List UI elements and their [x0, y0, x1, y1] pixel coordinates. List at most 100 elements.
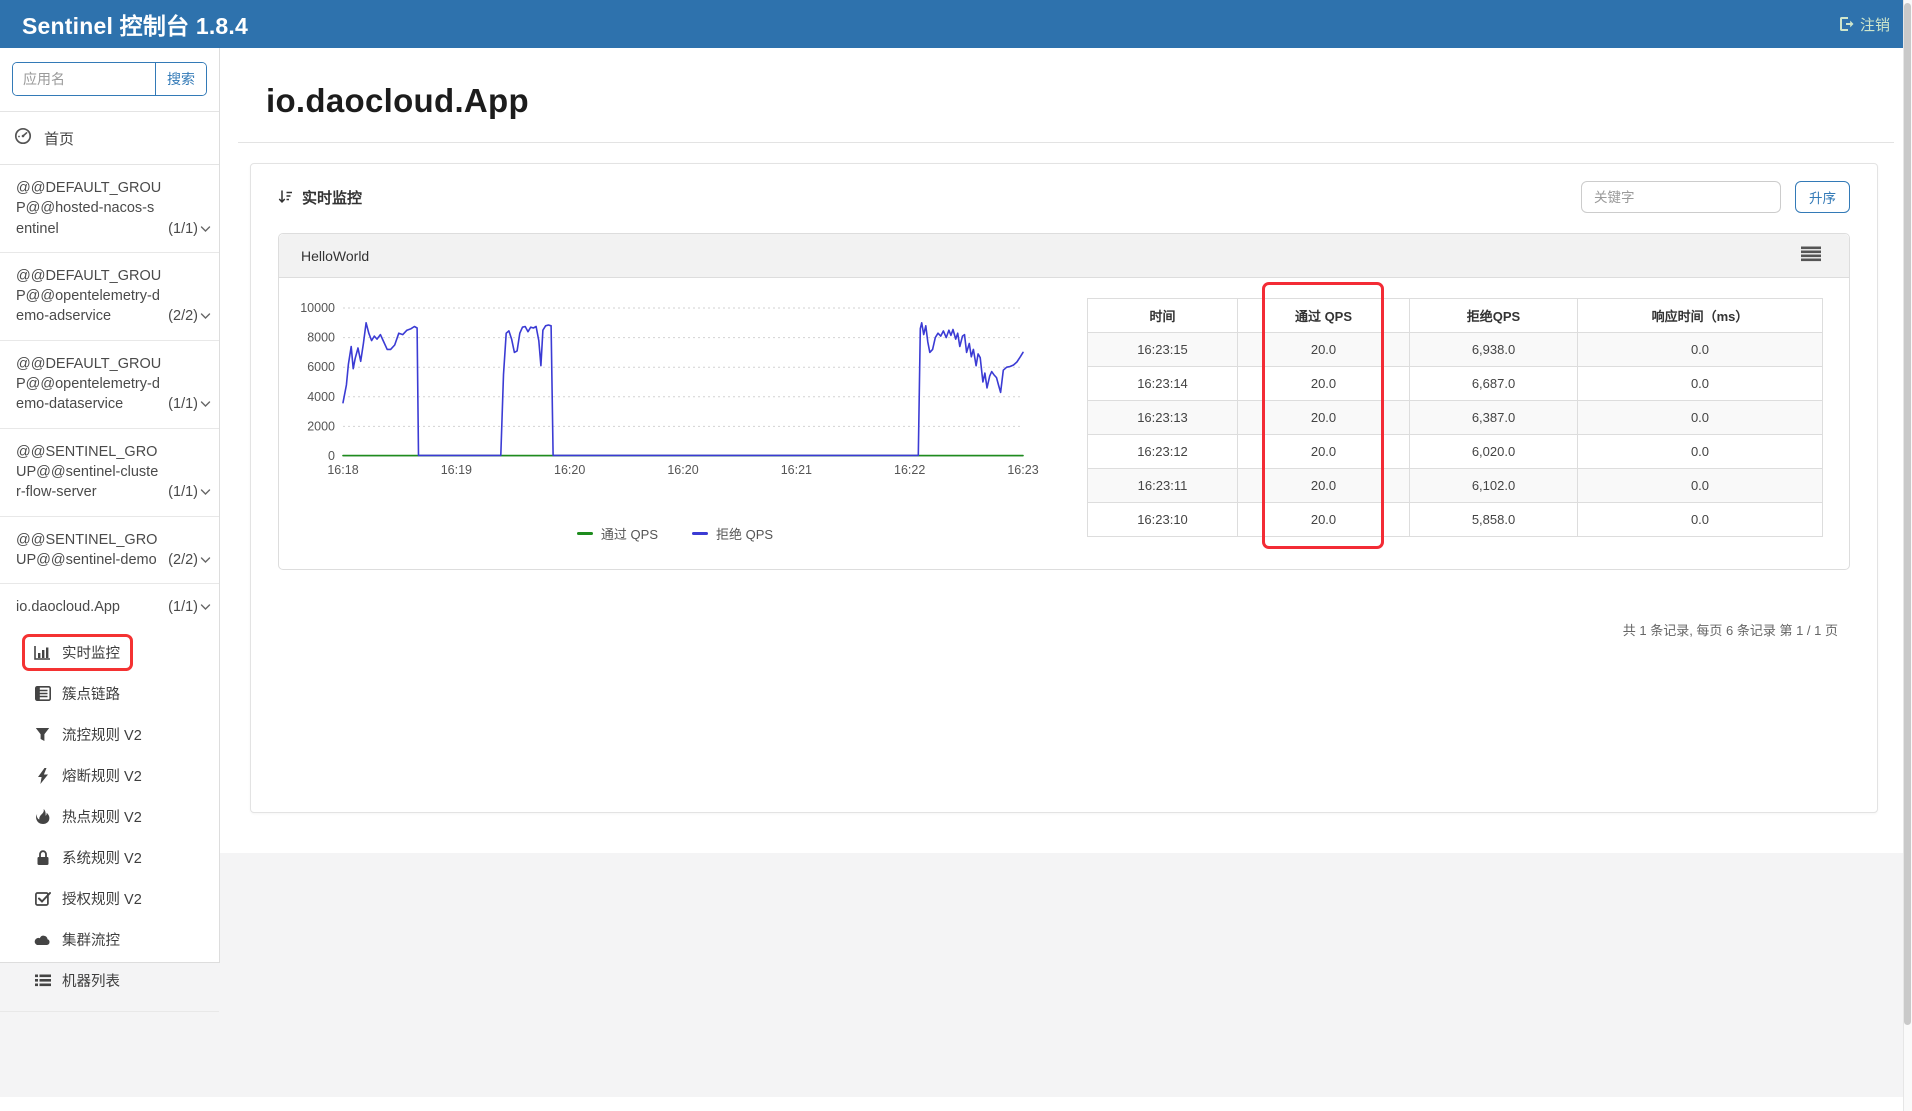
table-cell: 6,387.0 — [1410, 401, 1578, 435]
menu-icon[interactable] — [1801, 246, 1821, 265]
table-cell: 6,938.0 — [1410, 333, 1578, 367]
svg-text:10000: 10000 — [300, 301, 335, 315]
bottom-strip — [0, 1097, 1912, 1111]
bolt-icon — [34, 768, 51, 784]
sidebar-app-group[interactable]: @@DEFAULT_GROUP@@opentelemetry-demo-data… — [0, 341, 219, 429]
bar-chart-icon — [34, 645, 51, 660]
group-count: (1/1) — [168, 597, 198, 617]
metrics-table-wrap: 时间通过 QPS拒绝QPS响应时间（ms） 16:23:1520.06,938.… — [1087, 298, 1823, 543]
table-cell: 20.0 — [1238, 367, 1410, 401]
table-row: 16:23:1020.05,858.00.0 — [1088, 503, 1823, 537]
sidebar-item-lock[interactable]: 系统规则 V2 — [0, 837, 219, 878]
group-label: io.daocloud.App — [10, 597, 162, 617]
table-header-row: 时间通过 QPS拒绝QPS响应时间（ms） — [1088, 299, 1823, 333]
legend-item[interactable]: 通过 QPS — [577, 524, 658, 543]
panel-title-row: 实时监控 — [278, 187, 362, 208]
table-cell: 16:23:12 — [1088, 435, 1238, 469]
app-search-input[interactable] — [13, 63, 155, 95]
list-icon — [34, 974, 51, 987]
app-submenu: 实时监控簇点链路流控规则 V2 熔断规则 V2 热点规则 V2 系统规则 V2 授权规则… — [0, 630, 219, 1012]
sidebar-app-group[interactable]: @@DEFAULT_GROUP@@hosted-nacos-sentinel (1… — [0, 165, 219, 253]
sidebar-item-bar-chart[interactable]: 实时监控 — [0, 632, 219, 673]
sidebar-item-fire[interactable]: 热点规则 V2 — [0, 796, 219, 837]
panel-title: 实时监控 — [302, 187, 362, 208]
group-count: (1/1) — [168, 219, 198, 239]
search-button[interactable]: 搜索 — [155, 63, 206, 95]
resource-card: HelloWorld 020004000600080001000016:1816… — [278, 233, 1850, 570]
svg-text:16:22: 16:22 — [894, 463, 925, 477]
realtime-monitor-panel: 实时监控 升序 HelloWorld 020004000600080001000… — [250, 163, 1878, 813]
sidebar-item-label: 热点规则 V2 — [62, 806, 142, 827]
group-label: @@DEFAULT_GROUP@@opentelemetry-demo-data… — [10, 354, 162, 415]
sidebar-item-label: 熔断规则 V2 — [62, 765, 142, 786]
table-cell: 0.0 — [1578, 469, 1823, 503]
group-label: @@DEFAULT_GROUP@@hosted-nacos-sentinel — [10, 178, 162, 239]
vertical-scrollbar[interactable] — [1903, 0, 1912, 1111]
table-column-header: 通过 QPS — [1238, 299, 1410, 333]
svg-text:16:20: 16:20 — [667, 463, 698, 477]
sidebar-group-io-daocloud-app[interactable]: io.daocloud.App (1/1) — [0, 584, 219, 630]
table-cell: 6,687.0 — [1410, 367, 1578, 401]
sidebar-item-bolt[interactable]: 熔断规则 V2 — [0, 755, 219, 796]
table-row: 16:23:1420.06,687.00.0 — [1088, 367, 1823, 401]
table-cell: 20.0 — [1238, 435, 1410, 469]
sidebar-home-label: 首页 — [44, 128, 74, 149]
table-cell: 20.0 — [1238, 401, 1410, 435]
table-cell: 0.0 — [1578, 435, 1823, 469]
table-cell: 6,020.0 — [1410, 435, 1578, 469]
svg-text:6000: 6000 — [307, 360, 335, 374]
sidebar-item-cloud[interactable]: 集群流控 — [0, 919, 219, 960]
chart-canvas: 020004000600080001000016:1816:1916:2016:… — [299, 296, 1051, 508]
svg-text:2000: 2000 — [307, 419, 335, 433]
sidebar-app-group[interactable]: @@DEFAULT_GROUP@@opentelemetry-demo-adse… — [0, 253, 219, 341]
legend-label: 通过 QPS — [601, 524, 658, 543]
legend-item[interactable]: 拒绝 QPS — [692, 524, 773, 543]
table-cell: 0.0 — [1578, 367, 1823, 401]
logout-button[interactable]: 注销 — [1838, 14, 1890, 35]
sidebar-item-label: 机器列表 — [62, 970, 120, 991]
table-cell: 0.0 — [1578, 503, 1823, 537]
svg-text:8000: 8000 — [307, 331, 335, 345]
page-title: io.daocloud.App — [266, 82, 1912, 120]
qps-line-chart: 020004000600080001000016:1816:1916:2016:… — [299, 296, 1051, 543]
resource-name: HelloWorld — [301, 248, 369, 264]
sidebar-item-label: 流控规则 V2 — [62, 724, 142, 745]
sidebar-app-group[interactable]: @@SENTINEL_GROUP@@sentinel-demo(2/2) — [0, 517, 219, 585]
sidebar-item-filter[interactable]: 流控规则 V2 — [0, 714, 219, 755]
table-cell: 5,858.0 — [1410, 503, 1578, 537]
svg-text:4000: 4000 — [307, 390, 335, 404]
sidebar-item-home[interactable]: 首页 — [0, 112, 219, 165]
sidebar-item-cluster-link[interactable]: 簇点链路 — [0, 673, 219, 714]
logout-icon — [1838, 16, 1854, 32]
sidebar-search-area: 搜索 — [0, 48, 219, 112]
logout-label: 注销 — [1860, 14, 1890, 35]
sidebar-app-group[interactable]: @@SENTINEL_GROUP@@sentinel-cluster-flow-… — [0, 429, 219, 517]
ascending-sort-button[interactable]: 升序 — [1795, 181, 1850, 213]
legend-label: 拒绝 QPS — [716, 524, 773, 543]
table-cell: 0.0 — [1578, 401, 1823, 435]
svg-text:16:18: 16:18 — [327, 463, 358, 477]
chevron-down-icon — [200, 219, 211, 239]
svg-text:16:20: 16:20 — [554, 463, 585, 477]
legend-swatch — [577, 532, 593, 535]
sidebar-item-label: 授权规则 V2 — [62, 888, 142, 909]
chevron-down-icon — [200, 597, 211, 617]
sidebar-item-list[interactable]: 机器列表 — [0, 960, 219, 1001]
table-cell: 20.0 — [1238, 469, 1410, 503]
cloud-icon — [34, 934, 51, 946]
chevron-down-icon — [200, 550, 211, 570]
sort-amount-icon — [278, 190, 293, 205]
home-icon — [14, 127, 32, 149]
scrollbar-thumb[interactable] — [1904, 3, 1911, 1025]
table-cell: 6,102.0 — [1410, 469, 1578, 503]
table-row: 16:23:1320.06,387.00.0 — [1088, 401, 1823, 435]
keyword-input[interactable] — [1581, 181, 1781, 213]
svg-text:16:23: 16:23 — [1007, 463, 1038, 477]
table-cell: 0.0 — [1578, 333, 1823, 367]
table-cell: 16:23:11 — [1088, 469, 1238, 503]
table-row: 16:23:1220.06,020.00.0 — [1088, 435, 1823, 469]
table-cell: 16:23:14 — [1088, 367, 1238, 401]
group-label: @@SENTINEL_GROUP@@sentinel-demo — [10, 530, 162, 571]
sidebar-item-check-square[interactable]: 授权规则 V2 — [0, 878, 219, 919]
app-title: Sentinel 控制台 1.8.4 — [22, 7, 248, 41]
